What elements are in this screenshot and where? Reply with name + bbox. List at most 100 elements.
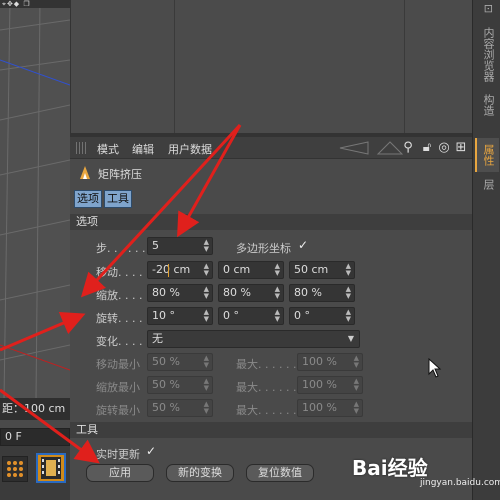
- section-options: 选项: [70, 214, 472, 230]
- add-icon[interactable]: ⊞: [453, 140, 469, 156]
- matrix-extrude-icon: [80, 166, 90, 179]
- scale-min-label: 缩放最小: [96, 381, 140, 394]
- tab-layers[interactable]: 层: [475, 174, 499, 194]
- render-film-button[interactable]: [36, 453, 66, 483]
- scale-y-field[interactable]: 80 % ▲ ▼: [218, 284, 284, 302]
- variation-label: 变化. . . .: [96, 335, 143, 348]
- viewport-grid: [0, 0, 70, 401]
- section-tools: 工具: [70, 422, 472, 438]
- spinner-icon[interactable]: ▲ ▼: [354, 401, 359, 415]
- move-label: 移动. . . .: [96, 266, 143, 279]
- search-icon[interactable]: ⚲: [400, 140, 416, 156]
- rotate-max-label: 最大. . . . . .: [236, 404, 297, 417]
- scale-label: 缩放. . . .: [96, 289, 143, 302]
- move-z-value: 50 cm: [294, 263, 329, 276]
- menu-mode[interactable]: 模式: [97, 141, 119, 157]
- new-transform-button[interactable]: 新的变换: [166, 464, 234, 482]
- target-icon[interactable]: ◎: [436, 140, 452, 156]
- mouse-cursor-icon: [428, 358, 442, 378]
- variation-select[interactable]: 无 ▼: [147, 330, 360, 348]
- spinner-icon[interactable]: ▲ ▼: [354, 355, 359, 369]
- tab-options[interactable]: 选项: [74, 190, 102, 208]
- scale-min-field[interactable]: 50 % ▲ ▼: [147, 376, 213, 394]
- dropdown-arrow-icon: ▼: [347, 334, 354, 343]
- steps-field[interactable]: 5 ▲ ▼: [147, 237, 213, 255]
- move-min-field[interactable]: 50 % ▲ ▼: [147, 353, 213, 371]
- tab-attributes[interactable]: 属性: [475, 138, 499, 172]
- variation-value: 无: [152, 332, 163, 345]
- rotate-max-field[interactable]: 100 % ▲ ▼: [297, 399, 363, 417]
- rotate-max-value: 100 %: [302, 401, 337, 414]
- rotate-h-field[interactable]: 10 ° ▲ ▼: [147, 307, 213, 325]
- spinner-icon[interactable]: ▲ ▼: [275, 263, 280, 277]
- spinner-icon[interactable]: ▲ ▼: [204, 239, 209, 253]
- move-x-field[interactable]: -20 cm ▲ ▼: [147, 261, 213, 279]
- column-divider: [174, 0, 175, 133]
- move-max-field[interactable]: 100 % ▲ ▼: [297, 353, 363, 371]
- spinner-icon[interactable]: ▲ ▼: [204, 309, 209, 323]
- scale-x-field[interactable]: 80 % ▲ ▼: [147, 284, 213, 302]
- object-name: 矩阵挤压: [98, 168, 142, 181]
- rotate-min-value: 50 %: [152, 401, 180, 414]
- film-icon: [41, 457, 61, 479]
- tab-content-browser[interactable]: 内容浏览器: [475, 22, 499, 86]
- spinner-icon[interactable]: ▲ ▼: [346, 286, 351, 300]
- dots-icon: [7, 461, 23, 477]
- spinner-icon[interactable]: ▲ ▼: [204, 263, 209, 277]
- realtime-update-checkbox[interactable]: ✓: [146, 444, 156, 458]
- move-y-value: 0 cm: [223, 263, 251, 276]
- spinner-icon[interactable]: ▲ ▼: [204, 401, 209, 415]
- rotate-h-value: 10 °: [152, 309, 175, 322]
- grid-dots-button[interactable]: [2, 456, 28, 482]
- spinner-icon[interactable]: ▲ ▼: [204, 378, 209, 392]
- menu-user-data[interactable]: 用户数据: [168, 141, 212, 157]
- rotate-b-value: 0 °: [294, 309, 310, 322]
- move-min-label: 移动最小: [96, 358, 140, 371]
- rotate-min-field[interactable]: 50 % ▲ ▼: [147, 399, 213, 417]
- lock-icon[interactable]: 🔓︎: [419, 140, 435, 156]
- spinner-icon[interactable]: ▲ ▼: [204, 286, 209, 300]
- grip-icon[interactable]: [76, 142, 88, 154]
- move-y-field[interactable]: 0 cm ▲ ▼: [218, 261, 284, 279]
- polygon-coords-checkbox[interactable]: ✓: [298, 238, 308, 252]
- spinner-icon[interactable]: ▲ ▼: [346, 309, 351, 323]
- scale-max-label: 最大. . . . . .: [236, 381, 297, 394]
- tab-structure[interactable]: 构造: [475, 88, 499, 122]
- spinner-icon[interactable]: ▲ ▼: [204, 355, 209, 369]
- object-manager-panel[interactable]: [70, 0, 472, 133]
- spinner-icon[interactable]: ▲ ▼: [346, 263, 351, 277]
- scale-z-field[interactable]: 80 % ▲ ▼: [289, 284, 355, 302]
- tab-objects[interactable]: ⊡: [475, 0, 499, 18]
- polygon-coords-label: 多边形坐标: [236, 242, 291, 255]
- scale-max-field[interactable]: 100 % ▲ ▼: [297, 376, 363, 394]
- rotate-p-field[interactable]: 0 ° ▲ ▼: [218, 307, 284, 325]
- spinner-icon[interactable]: ▲ ▼: [275, 309, 280, 323]
- scale-y-value: 80 %: [223, 286, 251, 299]
- spinner-icon[interactable]: ▲ ▼: [275, 286, 280, 300]
- nav-arrows-icon[interactable]: [338, 139, 408, 157]
- object-header: 矩阵挤压: [70, 161, 472, 183]
- scale-max-value: 100 %: [302, 378, 337, 391]
- move-z-field[interactable]: 50 cm ▲ ▼: [289, 261, 355, 279]
- reset-values-button[interactable]: 复位数值: [246, 464, 314, 482]
- column-divider: [404, 0, 405, 133]
- rotate-label: 旋转. . . .: [96, 312, 143, 325]
- viewport[interactable]: ⌖✥◆ ❐: [0, 0, 70, 420]
- scale-x-value: 80 %: [152, 286, 180, 299]
- scale-min-value: 50 %: [152, 378, 180, 391]
- viewport-toolbar-icons[interactable]: ⌖✥◆ ❐: [0, 0, 70, 8]
- frame-field[interactable]: 0 F: [0, 428, 70, 446]
- rotate-b-field[interactable]: 0 ° ▲ ▼: [289, 307, 355, 325]
- viewport-status-text: 距：100 cm: [0, 398, 70, 420]
- tab-tools[interactable]: 工具: [104, 190, 132, 208]
- scale-z-value: 80 %: [294, 286, 322, 299]
- steps-label: 步. . . . . .: [96, 242, 146, 255]
- move-max-label: 最大. . . . . .: [236, 358, 297, 371]
- apply-button[interactable]: 应用: [86, 464, 154, 482]
- baidu-watermark-url: jingyan.baidu.com: [420, 478, 500, 488]
- menu-edit[interactable]: 编辑: [132, 141, 154, 157]
- realtime-update-label: 实时更新: [96, 448, 140, 461]
- rotate-min-label: 旋转最小: [96, 404, 140, 417]
- text-caret: [168, 264, 169, 277]
- spinner-icon[interactable]: ▲ ▼: [354, 378, 359, 392]
